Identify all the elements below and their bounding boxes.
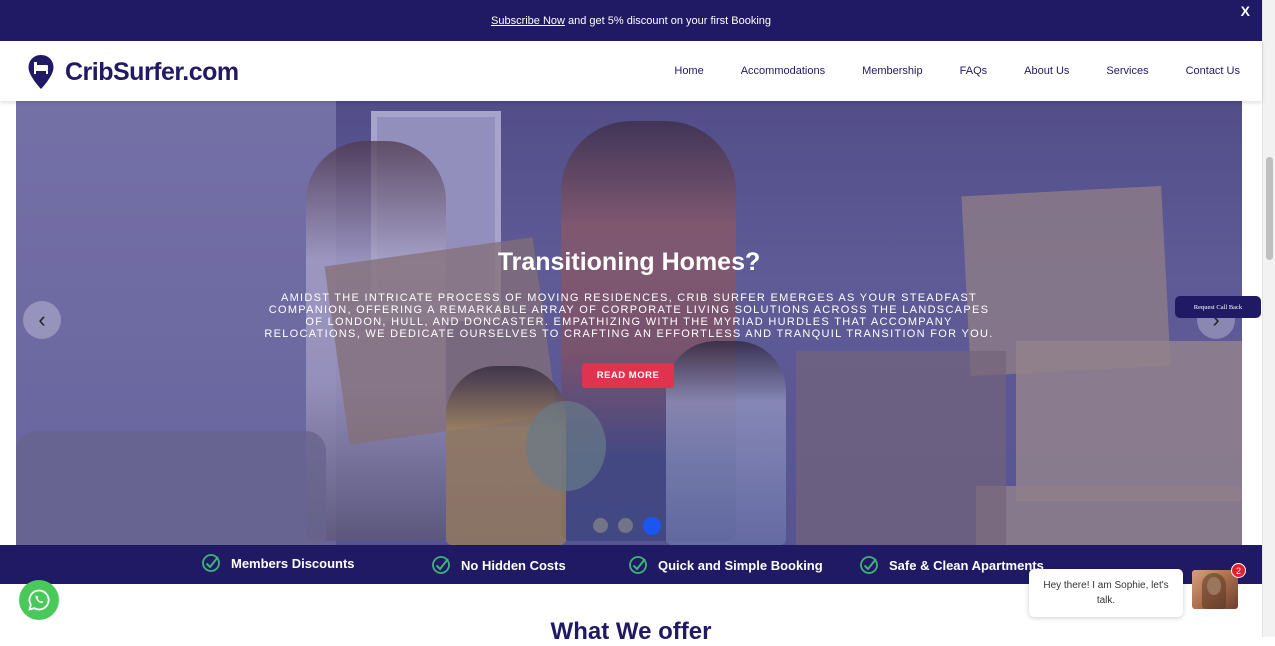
promo-banner: Subscribe Now and get 5% discount on you… bbox=[0, 0, 1262, 41]
close-promo-button[interactable]: X bbox=[1241, 3, 1250, 19]
feature-no-hidden-costs: No Hidden Costs bbox=[431, 555, 566, 575]
scrollbar-thumb[interactable] bbox=[1266, 157, 1273, 260]
chat-notification-badge: 2 bbox=[1231, 563, 1246, 578]
promo-text: and get 5% discount on your first Bookin… bbox=[567, 14, 771, 27]
page-scrollbar[interactable] bbox=[1262, 0, 1275, 637]
section-title: What We offer bbox=[550, 618, 712, 645]
logo-text: CribSurfer.com bbox=[65, 57, 239, 86]
feature-safe-clean: Safe & Clean Apartments bbox=[859, 555, 1044, 575]
nav-accommodations[interactable]: Accommodations bbox=[741, 65, 825, 77]
nav-home[interactable]: Home bbox=[674, 65, 703, 77]
check-circle-icon bbox=[860, 556, 878, 574]
whatsapp-button[interactable] bbox=[19, 580, 59, 620]
nav-about-us[interactable]: About Us bbox=[1024, 65, 1069, 77]
feature-quick-booking: Quick and Simple Booking bbox=[628, 555, 823, 575]
site-header: CribSurfer.com Home Accommodations Membe… bbox=[0, 41, 1262, 101]
slider-dot-3[interactable] bbox=[643, 517, 661, 535]
nav-services[interactable]: Services bbox=[1106, 65, 1148, 77]
hero-description: AMIDST THE INTRICATE PROCESS OF MOVING R… bbox=[264, 292, 994, 340]
slider-dot-1[interactable] bbox=[593, 518, 608, 533]
check-circle-icon bbox=[629, 556, 647, 574]
slider-prev-button[interactable]: ‹ bbox=[23, 301, 61, 339]
chat-greeting[interactable]: Hey there! I am Sophie, let's talk. bbox=[1029, 569, 1183, 617]
chevron-left-icon: ‹ bbox=[38, 307, 46, 332]
check-circle-icon bbox=[202, 554, 220, 572]
hero-title: Transitioning Homes? bbox=[497, 248, 761, 276]
chat-agent-avatar[interactable] bbox=[1192, 570, 1238, 609]
hero-slider: Transitioning Homes? AMIDST THE INTRICAT… bbox=[16, 101, 1242, 545]
slider-dot-2[interactable] bbox=[618, 518, 633, 533]
site-logo[interactable]: CribSurfer.com bbox=[27, 54, 239, 90]
nav-membership[interactable]: Membership bbox=[862, 65, 923, 77]
nav-contact-us[interactable]: Contact Us bbox=[1186, 65, 1240, 77]
feature-label: Members Discounts bbox=[231, 555, 355, 571]
feature-members-discounts: Members Discounts bbox=[201, 553, 355, 573]
avatar-hair bbox=[1202, 573, 1226, 609]
request-call-back-button[interactable]: Request Call Back bbox=[1175, 296, 1261, 318]
feature-label: No Hidden Costs bbox=[461, 557, 566, 573]
check-circle-icon bbox=[432, 556, 450, 574]
subscribe-link[interactable]: Subscribe Now bbox=[491, 15, 565, 27]
nav-faqs[interactable]: FAQs bbox=[960, 65, 988, 77]
location-pin-icon bbox=[28, 55, 54, 89]
slider-dots bbox=[593, 517, 671, 535]
read-more-button[interactable]: READ MORE bbox=[582, 363, 674, 388]
main-nav: Home Accommodations Membership FAQs Abou… bbox=[637, 41, 1240, 101]
whatsapp-icon bbox=[28, 589, 50, 611]
feature-label: Quick and Simple Booking bbox=[658, 557, 823, 573]
feature-label: Safe & Clean Apartments bbox=[889, 557, 1044, 573]
